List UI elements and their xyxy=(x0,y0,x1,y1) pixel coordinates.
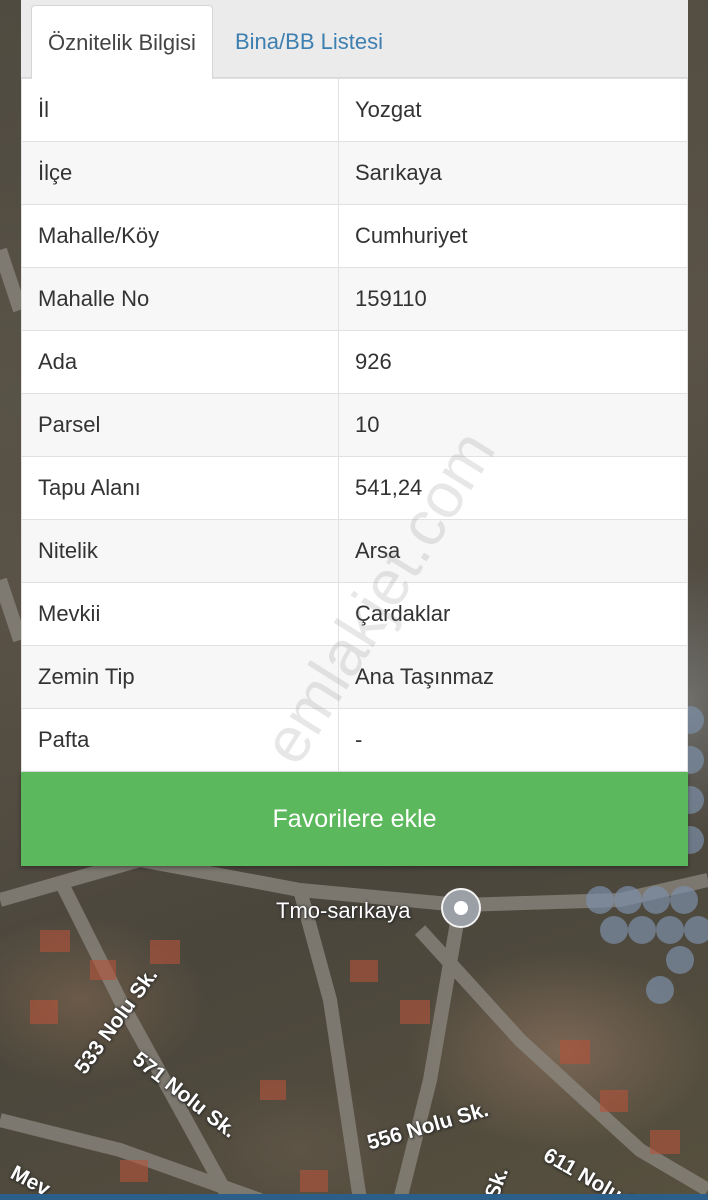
attribute-value: Cumhuriyet xyxy=(338,204,688,268)
table-row: Pafta - xyxy=(21,708,688,772)
attribute-value: 541,24 xyxy=(338,456,688,520)
table-row: Ada 926 xyxy=(21,330,688,394)
attribute-key: Nitelik xyxy=(21,519,339,583)
attribute-value: Sarıkaya xyxy=(338,141,688,205)
attribute-value: Yozgat xyxy=(338,78,688,142)
attribute-key: Zemin Tip xyxy=(21,645,339,709)
attribute-value: Arsa xyxy=(338,519,688,583)
table-row: Parsel 10 xyxy=(21,393,688,457)
table-row: Mevkii Çardaklar xyxy=(21,582,688,646)
table-row: İl Yozgat xyxy=(21,78,688,142)
table-row: Mahalle No 159110 xyxy=(21,267,688,331)
attribute-key: Parsel xyxy=(21,393,339,457)
attribute-value: - xyxy=(338,708,688,772)
map-pin-circle-icon[interactable] xyxy=(441,888,481,928)
attribute-key: İlçe xyxy=(21,141,339,205)
add-to-favorites-button[interactable]: Favorilere ekle xyxy=(21,772,688,866)
bottom-bar xyxy=(0,1194,708,1200)
attribute-key: Mahalle/Köy xyxy=(21,204,339,268)
table-row: Nitelik Arsa xyxy=(21,519,688,583)
attribute-key: Mevkii xyxy=(21,582,339,646)
attribute-value: Çardaklar xyxy=(338,582,688,646)
attribute-key: Tapu Alanı xyxy=(21,456,339,520)
attribute-table: İl Yozgat İlçe Sarıkaya Mahalle/Köy Cumhuriye… xyxy=(21,78,688,772)
attribute-value: 926 xyxy=(338,330,688,394)
attribute-value: Ana Taşınmaz xyxy=(338,645,688,709)
attribute-panel: Öznitelik Bilgisi Bina/BB Listesi İl Yozg… xyxy=(21,0,688,866)
tab-attribute-info[interactable]: Öznitelik Bilgisi xyxy=(31,5,213,79)
tab-building-list[interactable]: Bina/BB Listesi xyxy=(219,5,399,78)
attribute-key: Pafta xyxy=(21,708,339,772)
attribute-key: İl xyxy=(21,78,339,142)
pin-dot xyxy=(454,901,468,915)
attribute-value: 159110 xyxy=(338,267,688,331)
tab-bar: Öznitelik Bilgisi Bina/BB Listesi xyxy=(21,0,688,79)
table-row: Tapu Alanı 541,24 xyxy=(21,456,688,520)
table-row: İlçe Sarıkaya xyxy=(21,141,688,205)
table-row: Zemin Tip Ana Taşınmaz xyxy=(21,645,688,709)
table-row: Mahalle/Köy Cumhuriyet xyxy=(21,204,688,268)
attribute-value: 10 xyxy=(338,393,688,457)
map-place-label: Tmo-sarıkaya xyxy=(276,898,411,923)
attribute-key: Ada xyxy=(21,330,339,394)
attribute-key: Mahalle No xyxy=(21,267,339,331)
